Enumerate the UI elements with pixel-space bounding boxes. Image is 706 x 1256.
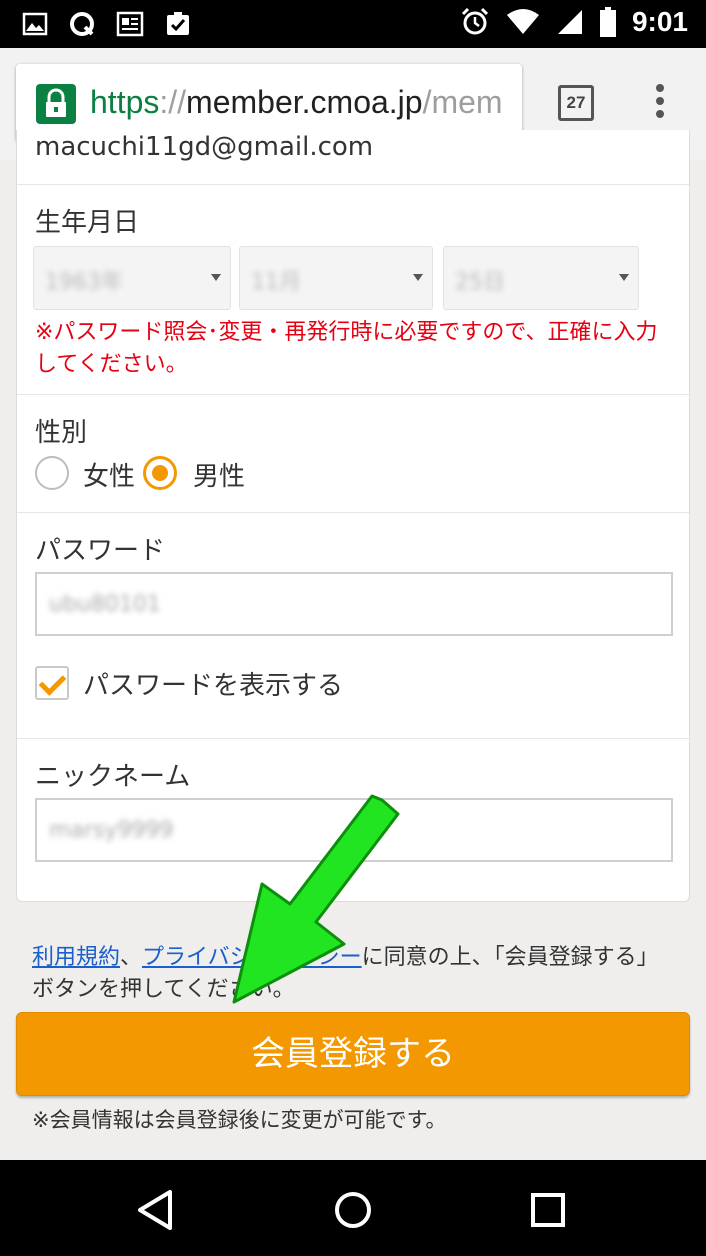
birthdate-note: ※パスワード照会･変更・再発行時に必要ですので、正確に入力してください。 [35,320,658,377]
image-icon [22,12,48,36]
signal-icon [557,10,582,34]
clock: 9:01 [631,6,688,37]
url-separator: :// [159,84,187,120]
home-icon[interactable] [327,1184,379,1236]
url-host: member.cmoa.jp [186,84,423,120]
gender-female-label[interactable]: 女性 [83,456,135,493]
nickname-field[interactable] [35,798,673,862]
birth-day-select[interactable]: 25日 [443,246,639,310]
gender-male-radio[interactable] [143,456,177,490]
gender-male-label[interactable]: 男性 [193,456,245,493]
register-button[interactable]: 会員登録する [16,1012,690,1096]
dropdown-arrow-icon [413,274,423,281]
privacy-policy-link[interactable]: プライバシーポリシー [142,945,362,970]
url-text: https://member.cmoa.jp/mem [90,84,503,121]
birth-year-value: 1963年 [45,270,123,295]
divider [17,184,689,185]
divider [17,738,689,739]
url-scheme: https [90,84,160,120]
url-path: /mem [422,84,503,120]
nickname-input[interactable] [37,800,671,860]
email-value-partial: macuchi11gd@gmail.com [35,132,374,162]
divider [17,394,689,395]
terms-link[interactable]: 利用規約 [32,945,120,970]
back-icon[interactable] [130,1184,182,1236]
birth-day-value: 25日 [455,270,505,295]
status-bar: 9:01 [0,0,706,48]
lock-icon [36,84,76,124]
birth-month-select[interactable]: 11月 [239,246,433,310]
password-label: パスワード [35,536,166,566]
alarm-icon [461,7,489,35]
gender-label: 性別 [35,418,88,448]
system-icons: 9:01 [460,6,688,38]
recents-icon[interactable] [522,1184,574,1236]
consent-text: 利用規約、プライバシーポリシーに同意の上、「会員登録する」ボタンを押してください… [32,942,672,1006]
wifi-icon [506,9,539,34]
after-register-note: ※会員情報は会員登録後に変更が可能です。 [32,1108,447,1132]
navigation-bar [0,1160,706,1256]
dropdown-arrow-icon [211,274,221,281]
tab-switcher-button[interactable]: 27 [558,85,594,121]
show-password-checkbox[interactable] [35,666,69,700]
overflow-menu-icon[interactable] [650,84,670,124]
consent-comma: 、 [120,945,143,970]
password-field[interactable] [35,572,673,636]
task-icon [167,12,189,35]
birth-year-select[interactable]: 1963年 [33,246,231,310]
gender-female-radio[interactable] [35,456,69,490]
q-app-icon [70,12,94,36]
nickname-label: ニックネーム [35,762,191,792]
birth-month-value: 11月 [251,270,301,295]
news-icon [116,11,144,37]
show-password-label[interactable]: パスワードを表示する [83,665,343,702]
dropdown-arrow-icon [619,274,629,281]
notification-icons [22,10,192,38]
password-input[interactable] [37,574,671,634]
registration-form: macuchi11gd@gmail.com 生年月日 1963年 11月 25日… [16,130,690,902]
divider [17,512,689,513]
birthdate-label: 生年月日 [35,208,140,238]
battery-icon [599,7,616,37]
